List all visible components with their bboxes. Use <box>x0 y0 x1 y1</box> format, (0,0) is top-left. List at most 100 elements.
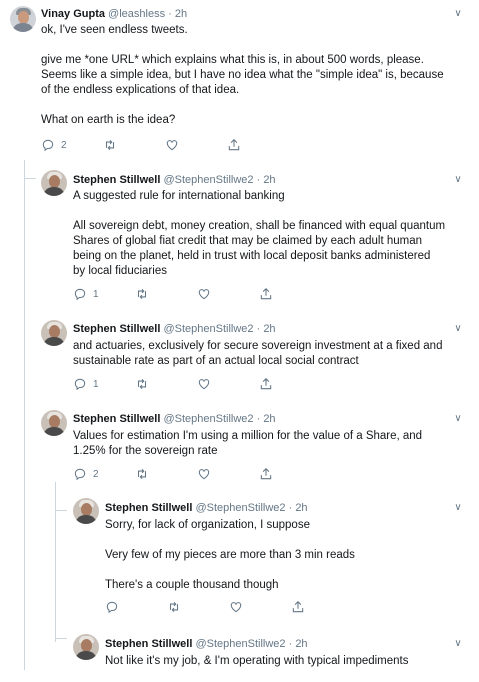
share-icon <box>260 288 272 300</box>
tweet-actions: 2 <box>73 466 453 482</box>
share-button[interactable] <box>227 137 241 153</box>
retweet-icon <box>137 378 147 390</box>
retweet-icon <box>105 139 115 151</box>
author-handle[interactable]: @StephenStillwe2 <box>163 174 253 186</box>
avatar[interactable] <box>73 634 99 660</box>
tweet-time[interactable]: · 2h <box>257 413 276 425</box>
retweet-icon <box>137 288 147 300</box>
chevron-down-icon[interactable]: ∨ <box>451 637 465 651</box>
tweet-header: Stephen Stillwell @StephenStillwe2 · 2h <box>105 501 308 515</box>
author-handle[interactable]: @StephenStillwe2 <box>163 413 253 425</box>
author-handle[interactable]: @StephenStillwe2 <box>195 638 285 650</box>
tweet-stephen-4[interactable]: Stephen Stillwell @StephenStillwe2 · 2h … <box>0 488 479 618</box>
chevron-down-icon[interactable]: ∨ <box>451 7 465 21</box>
tweet-line: and actuaries, exclusively for secure so… <box>73 340 443 352</box>
author-name[interactable]: Vinay Gupta <box>41 8 105 20</box>
tweet-stephen-1[interactable]: Stephen Stillwell @StephenStillwe2 · 2h … <box>0 160 479 310</box>
author-name[interactable]: Stephen Stillwell <box>73 174 160 186</box>
reply-button[interactable]: 1 <box>73 286 99 302</box>
tweet-line: There's a couple thousand though <box>105 579 279 591</box>
like-button[interactable] <box>229 599 243 615</box>
tweet-line: All sovereign debt, money creation, shal… <box>73 220 446 232</box>
reply-button[interactable] <box>105 599 125 615</box>
like-icon <box>166 140 178 151</box>
share-button[interactable] <box>291 599 305 615</box>
tweet-line: Not like it's my job, & I'm operating wi… <box>105 655 409 667</box>
author-name[interactable]: Stephen Stillwell <box>105 502 192 514</box>
tweet-line: being on the planet, held in trust with … <box>73 250 431 262</box>
tweet-line: 1.25% for the sovereign rate <box>73 445 218 457</box>
tweet-time[interactable]: · 2h <box>257 323 276 335</box>
reply-button[interactable]: 2 <box>41 137 67 153</box>
share-icon <box>260 468 272 480</box>
avatar[interactable] <box>41 320 67 346</box>
reply-button[interactable]: 1 <box>73 376 99 392</box>
tweet-line: A suggested rule for international banki… <box>73 190 285 202</box>
tweet-vinay-gupta[interactable]: Vinay Gupta @leashless · 2h ∨ ok, I've s… <box>0 0 479 160</box>
retweet-icon <box>169 601 179 613</box>
reply-count: 2 <box>93 468 99 480</box>
retweet-button[interactable] <box>167 599 181 615</box>
avatar[interactable] <box>41 170 67 196</box>
author-handle[interactable]: @StephenStillwe2 <box>163 323 253 335</box>
tweet-actions <box>105 599 455 615</box>
tweet-line: Seems like a simple idea, but I have no … <box>41 69 444 81</box>
tweet-header: Stephen Stillwell @StephenStillwe2 · 2h <box>73 412 276 426</box>
tweet-line: by local fiduciaries <box>73 265 167 277</box>
tweet-header: Stephen Stillwell @StephenStillwe2 · 2h <box>73 322 276 336</box>
avatar[interactable] <box>41 410 67 436</box>
tweet-line: Shares of global fiat credit that may be… <box>73 235 423 247</box>
tweet-line: Values for estimation I'm using a millio… <box>73 430 423 442</box>
tweet-line: of the endless explications of that idea… <box>41 84 240 96</box>
chevron-down-icon[interactable]: ∨ <box>451 412 465 426</box>
reply-icon <box>42 139 54 152</box>
like-button[interactable] <box>197 286 211 302</box>
like-icon <box>230 602 242 613</box>
share-button[interactable] <box>259 286 273 302</box>
like-icon <box>198 469 210 480</box>
author-name[interactable]: Stephen Stillwell <box>73 413 160 425</box>
like-button[interactable] <box>197 376 211 392</box>
tweet-line: give me *one URL* which explains what th… <box>41 54 424 66</box>
tweet-stephen-2[interactable]: Stephen Stillwell @StephenStillwe2 · 2h … <box>0 310 479 400</box>
tweet-line: sustainable rate as part of an actual lo… <box>73 355 359 367</box>
share-icon <box>228 139 240 151</box>
reply-count: 2 <box>61 139 67 151</box>
like-icon <box>198 379 210 390</box>
author-name[interactable]: Stephen Stillwell <box>105 638 192 650</box>
tweet-line: Very few of my pieces are more than 3 mi… <box>105 549 355 561</box>
author-name[interactable]: Stephen Stillwell <box>73 323 160 335</box>
tweet-line: Sorry, for lack of organization, I suppo… <box>105 519 310 531</box>
chevron-down-icon[interactable]: ∨ <box>451 322 465 336</box>
retweet-button[interactable] <box>135 376 149 392</box>
tweet-stephen-5[interactable]: Stephen Stillwell @StephenStillwe2 · 2h … <box>0 618 479 682</box>
reply-count: 1 <box>93 378 99 390</box>
chevron-down-icon[interactable]: ∨ <box>451 501 465 515</box>
tweet-time[interactable]: · 2h <box>257 174 276 186</box>
share-button[interactable] <box>259 376 273 392</box>
tweet-header: Stephen Stillwell @StephenStillwe2 · 2h <box>105 637 308 651</box>
avatar[interactable] <box>73 498 99 524</box>
retweet-button[interactable] <box>135 466 149 482</box>
retweet-button[interactable] <box>135 286 149 302</box>
tweet-line: What on earth is the idea? <box>41 114 176 126</box>
tweet-time[interactable]: · 2h <box>289 502 308 514</box>
share-icon <box>292 601 304 613</box>
tweet-line: ok, I've seen endless tweets. <box>41 24 188 36</box>
author-handle[interactable]: @StephenStillwe2 <box>195 502 285 514</box>
tweet-header: Vinay Gupta @leashless · 2h <box>41 7 187 21</box>
like-button[interactable] <box>197 466 211 482</box>
tweet-stephen-3[interactable]: Stephen Stillwell @StephenStillwe2 · 2h … <box>0 400 479 488</box>
chevron-down-icon[interactable]: ∨ <box>451 173 465 187</box>
avatar[interactable] <box>10 6 36 32</box>
retweet-button[interactable] <box>103 137 117 153</box>
reply-icon <box>74 288 86 301</box>
tweet-actions: 1 <box>73 286 453 302</box>
share-button[interactable] <box>259 466 273 482</box>
like-button[interactable] <box>165 137 179 153</box>
retweet-icon <box>137 468 147 480</box>
author-handle[interactable]: @leashless <box>108 8 165 20</box>
tweet-time[interactable]: · 2h <box>168 8 187 20</box>
reply-button[interactable]: 2 <box>73 466 99 482</box>
tweet-time[interactable]: · 2h <box>289 638 308 650</box>
